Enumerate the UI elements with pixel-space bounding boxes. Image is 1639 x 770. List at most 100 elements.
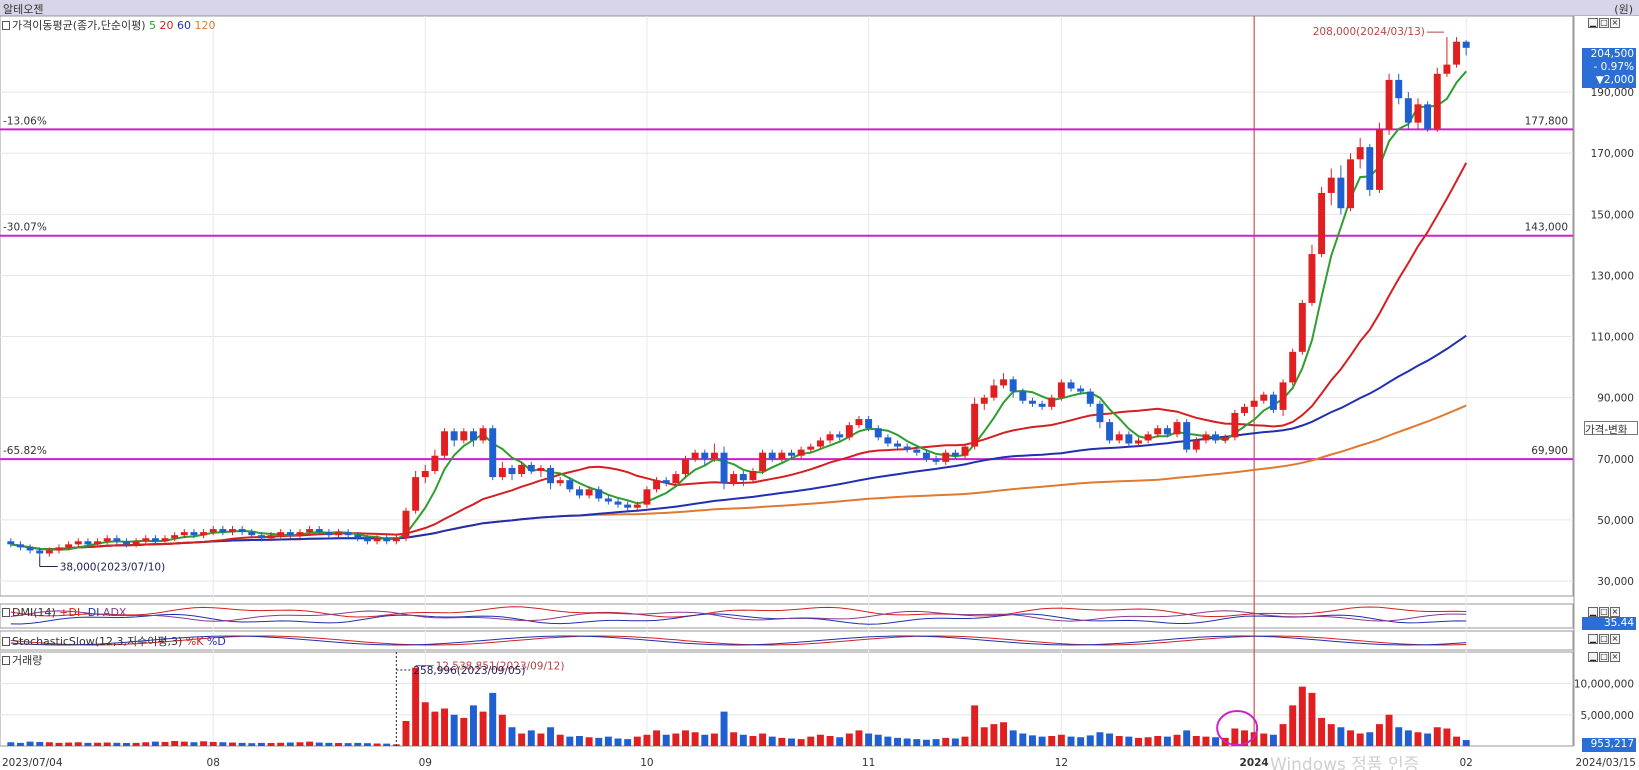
candle-body bbox=[932, 458, 940, 462]
volume-bar bbox=[431, 711, 439, 746]
guide-line-value: 69,900 bbox=[1531, 445, 1568, 457]
side-tag[interactable]: 가격-변화 bbox=[1584, 421, 1638, 436]
volume-bar bbox=[363, 743, 371, 746]
ma-legend[interactable]: 가격이동평균(종가,단순이평) 5 20 60 120 bbox=[2, 17, 216, 33]
volume-bar bbox=[778, 737, 786, 746]
volume-bar bbox=[527, 730, 535, 746]
volume-bar bbox=[595, 737, 603, 746]
volume-bar bbox=[180, 741, 188, 746]
volume-bar bbox=[1269, 734, 1277, 746]
volume-bar bbox=[402, 721, 410, 746]
candle-body bbox=[701, 452, 709, 459]
pane-minimize-button[interactable]: ▁ bbox=[1588, 607, 1598, 617]
candle-body bbox=[36, 550, 44, 554]
candle-body bbox=[151, 538, 159, 542]
candle-body bbox=[797, 449, 805, 456]
ma5-label: 5 bbox=[149, 19, 157, 32]
pane-minimize-button[interactable]: ▁ bbox=[1588, 634, 1598, 644]
legend-checkbox-icon[interactable] bbox=[2, 21, 10, 30]
candle-body bbox=[845, 425, 853, 438]
candle-body bbox=[441, 431, 449, 456]
volume-legend[interactable]: 거래량 bbox=[2, 652, 42, 668]
candle-body bbox=[26, 547, 34, 551]
candle-body bbox=[65, 544, 73, 548]
candle-body bbox=[508, 467, 516, 475]
candle-body bbox=[595, 489, 603, 499]
ma20-label: 20 bbox=[159, 19, 174, 32]
pane-minimize-button[interactable]: ▁ bbox=[1588, 652, 1598, 662]
candle-body bbox=[123, 541, 130, 545]
volume-bar bbox=[1125, 736, 1133, 746]
volume-bar bbox=[55, 742, 63, 746]
x-axis-label: 2024 bbox=[1240, 757, 1269, 769]
volume-bar bbox=[1443, 728, 1451, 746]
volume-bar bbox=[816, 734, 824, 746]
candle-body bbox=[720, 452, 728, 484]
volume-bar bbox=[1404, 730, 1412, 746]
candle-body bbox=[219, 529, 227, 533]
candle-body bbox=[518, 464, 526, 475]
pane-close-button[interactable]: × bbox=[1610, 652, 1620, 662]
dmi-legend[interactable]: DMI(14) +DI -DI ADX bbox=[2, 606, 126, 619]
pane-maximize-button[interactable]: □ bbox=[1599, 634, 1609, 644]
candle-body bbox=[354, 535, 362, 539]
volume-bar bbox=[884, 736, 892, 746]
volume-bar bbox=[257, 742, 265, 746]
volume-bar bbox=[248, 743, 256, 746]
candle-body bbox=[1154, 428, 1162, 435]
volume-bar bbox=[903, 738, 911, 746]
candle-body bbox=[1375, 129, 1383, 190]
candle-body bbox=[421, 471, 429, 478]
pane-minimize-button[interactable]: ▁ bbox=[1588, 18, 1598, 28]
volume-bar bbox=[942, 737, 950, 746]
candle-body bbox=[84, 541, 92, 545]
pane-maximize-button[interactable]: □ bbox=[1599, 607, 1609, 617]
dmi-pane bbox=[0, 603, 1574, 629]
volume-bar bbox=[1414, 732, 1422, 746]
candle-body bbox=[1424, 104, 1432, 129]
candle-body bbox=[816, 440, 824, 447]
legend-checkbox-icon[interactable] bbox=[2, 608, 10, 617]
current-price: 204,500 bbox=[1590, 48, 1634, 60]
candle-body bbox=[1414, 104, 1422, 123]
pane-close-button[interactable]: × bbox=[1610, 607, 1620, 617]
pane-maximize-button[interactable]: □ bbox=[1599, 18, 1609, 28]
volume-bar bbox=[1038, 736, 1046, 746]
volume-bar bbox=[1096, 732, 1104, 746]
candle-body bbox=[1318, 192, 1326, 255]
volume-bar bbox=[508, 727, 516, 746]
legend-checkbox-icon[interactable] bbox=[2, 656, 10, 665]
candle-body bbox=[1192, 440, 1200, 450]
volume-bar bbox=[84, 742, 92, 746]
volume-bar bbox=[1086, 735, 1094, 746]
y-tick-label: 170,000 bbox=[1591, 148, 1634, 160]
volume-bar bbox=[1462, 740, 1470, 746]
volume-bar bbox=[1433, 727, 1441, 746]
volume-bar bbox=[142, 742, 150, 746]
pane-close-button[interactable]: × bbox=[1610, 634, 1620, 644]
volume-bar bbox=[990, 724, 998, 746]
candle-body bbox=[161, 538, 169, 542]
candle-body bbox=[200, 532, 208, 536]
candle-body bbox=[1433, 73, 1441, 129]
stock-chart[interactable]: 190,000 170,000 150,000 130,000 110,000 90,00… bbox=[0, 16, 1639, 770]
volume-bar bbox=[16, 742, 24, 746]
candle-body bbox=[1067, 382, 1075, 389]
volume-bar bbox=[1260, 733, 1268, 746]
pane-close-button[interactable]: × bbox=[1610, 18, 1620, 28]
volume-bar bbox=[1231, 728, 1239, 746]
stoch-legend[interactable]: StochasticSlow(12,3,지수이평,3) %K %D bbox=[2, 633, 226, 649]
volume-bar bbox=[672, 733, 680, 746]
volume-bar bbox=[1298, 686, 1306, 746]
candle-body bbox=[498, 467, 506, 478]
legend-checkbox-icon[interactable] bbox=[2, 637, 10, 646]
candle-body bbox=[633, 504, 641, 508]
candle-body bbox=[1135, 440, 1142, 444]
candle-body bbox=[778, 452, 786, 459]
pane-maximize-button[interactable]: □ bbox=[1599, 652, 1609, 662]
minus-di-label: -DI bbox=[83, 606, 100, 619]
volume-prev-annotation: 258,996(2023/09/05) bbox=[413, 665, 525, 677]
candle-body bbox=[363, 538, 371, 542]
price-pane bbox=[0, 16, 1574, 597]
volume-bar bbox=[238, 742, 246, 746]
